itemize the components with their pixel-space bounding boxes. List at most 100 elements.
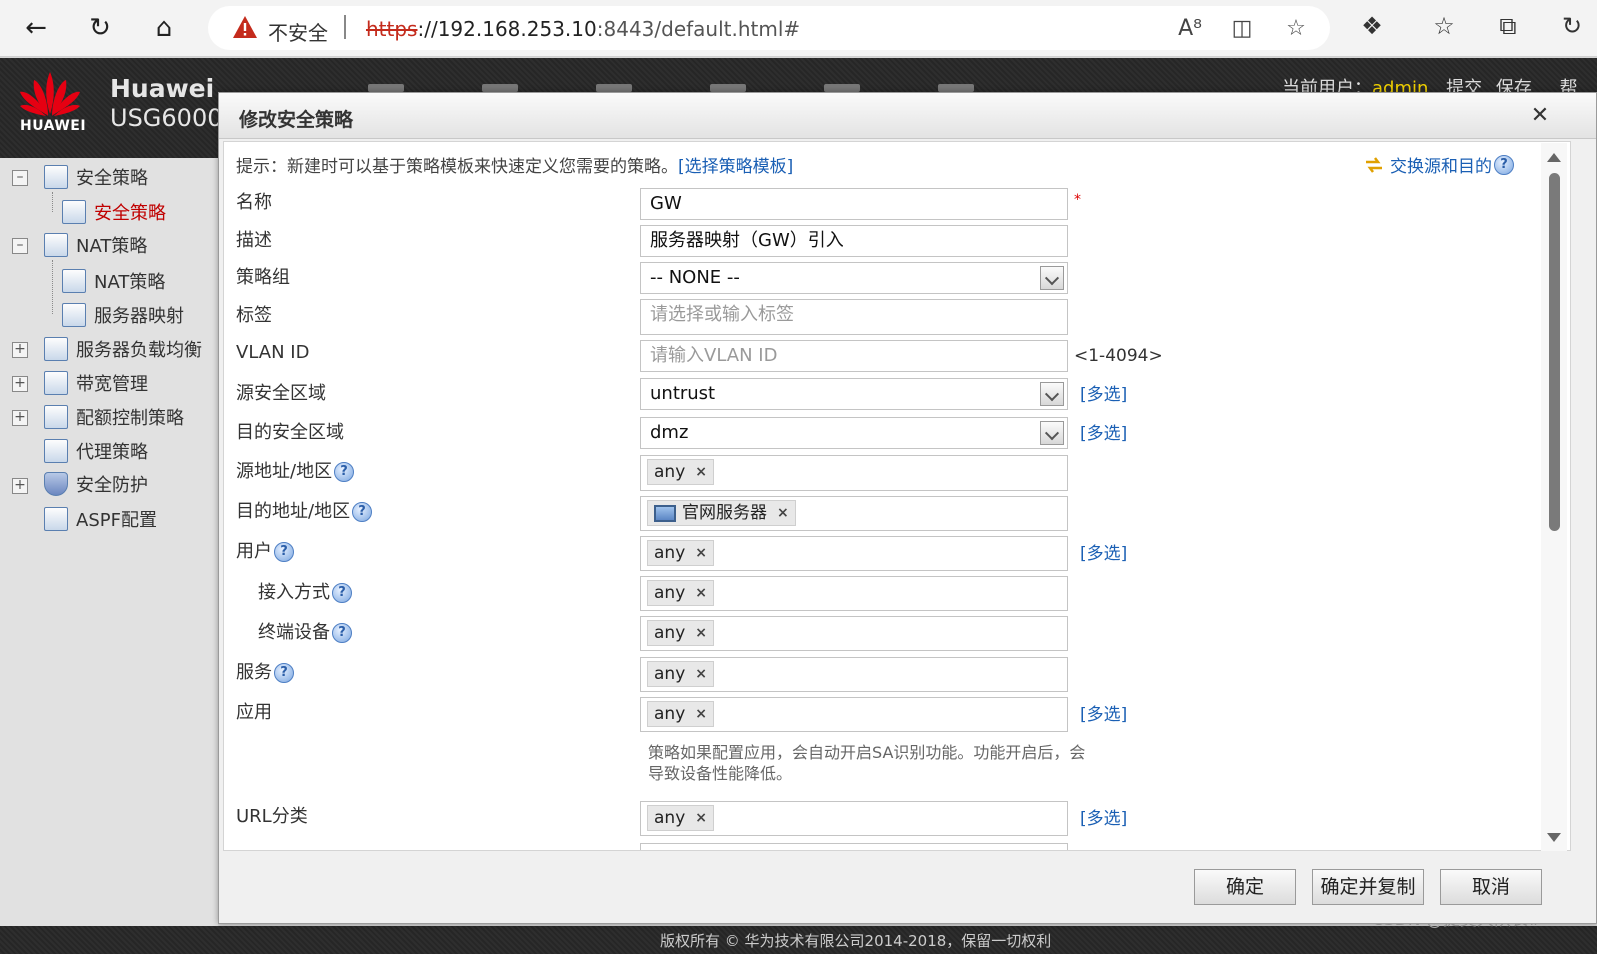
sidebar-item-quota[interactable]: 配额控制策略 [44, 402, 184, 432]
back-icon[interactable]: ← [18, 10, 54, 46]
help-icon[interactable]: ? [1494, 154, 1514, 175]
sidebar-item-security-policy-group[interactable]: 安全策略 [44, 162, 148, 192]
user-multi-select[interactable]: [多选] [1080, 539, 1127, 564]
dialog-footer: 确定 确定并复制 取消 [219, 855, 1596, 925]
service-input[interactable]: any × [640, 657, 1068, 692]
dialog-body: 提示：新建时可以基于策略模板来快速定义您需要的策略。[选择策略模板] 交换源和目… [223, 141, 1571, 851]
src-zone-select[interactable]: untrust [640, 378, 1068, 410]
history-icon[interactable]: ↻ [1556, 12, 1588, 44]
expand-icon[interactable]: + [12, 376, 28, 392]
remove-tag-icon[interactable]: × [695, 702, 707, 726]
description-label: 描述 [236, 230, 272, 251]
collections-icon[interactable]: ⧉ [1492, 12, 1524, 44]
sidebar-item-protection[interactable]: 安全防护 [44, 469, 148, 499]
scroll-down-icon[interactable] [1547, 833, 1561, 842]
scroll-thumb[interactable] [1549, 173, 1560, 531]
chevron-down-icon[interactable] [1040, 266, 1064, 290]
vlan-input[interactable]: 请输入VLAN ID [640, 340, 1068, 372]
dst-zone-select[interactable]: dmz [640, 417, 1068, 449]
top-nav-icon[interactable] [710, 84, 746, 92]
help-icon[interactable]: ? [274, 663, 294, 683]
remove-tag-icon[interactable]: × [777, 501, 789, 525]
read-aloud-icon[interactable]: A⁸ [1176, 16, 1204, 44]
help-icon[interactable]: ? [334, 462, 355, 482]
name-label: 名称 [236, 192, 272, 213]
user-input[interactable]: any × [640, 536, 1068, 571]
shield-icon [44, 472, 68, 496]
dialog-titlebar: 修改安全策略 ✕ [219, 93, 1596, 139]
expand-icon[interactable]: + [12, 478, 28, 494]
access-mode-input[interactable]: any × [640, 576, 1068, 611]
policy-group-label: 策略组 [236, 267, 290, 288]
dst-address-label: 目的地址/地区? [236, 497, 373, 523]
select-template-link[interactable]: [选择策略模板] [678, 157, 793, 177]
collapse-icon[interactable]: – [12, 170, 28, 186]
sidebar-item-proxy[interactable]: 代理策略 [44, 436, 148, 466]
sidebar-item-aspf[interactable]: ASPF配置 [44, 504, 157, 534]
expand-icon[interactable]: + [12, 342, 28, 358]
chevron-down-icon[interactable] [1040, 382, 1064, 406]
help-icon[interactable]: ? [332, 583, 352, 603]
home-icon[interactable]: ⌂ [146, 10, 182, 46]
src-address-input[interactable]: any × [640, 455, 1068, 491]
address-bar[interactable]: 不安全 https://192.168.253.10:8443/default.… [208, 6, 1330, 50]
dialog-title: 修改安全策略 [239, 109, 354, 131]
top-nav-icon[interactable] [824, 84, 860, 92]
top-nav-icon[interactable] [368, 84, 404, 92]
swap-src-dst-link[interactable]: 交换源和目的? [1364, 152, 1514, 177]
close-icon[interactable]: ✕ [1527, 103, 1553, 128]
sidebar-item-nat-group[interactable]: NAT策略 [44, 230, 147, 260]
policy-icon [44, 165, 68, 189]
application-input[interactable]: any × [640, 697, 1068, 732]
dst-address-input[interactable]: 官网服务器 × [640, 496, 1068, 531]
refresh-icon[interactable]: ↻ [82, 10, 118, 46]
dst-zone-multi-select[interactable]: [多选] [1080, 419, 1127, 444]
top-nav-icon[interactable] [482, 84, 518, 92]
address-tag: 官网服务器 × [647, 500, 796, 526]
remove-tag-icon[interactable]: × [695, 662, 707, 686]
url-multi-select[interactable]: [多选] [1080, 804, 1127, 829]
application-note: 策略如果配置应用，会自动开启SA识别功能。功能开启后，会导致设备性能降低。 [648, 743, 1086, 783]
sidebar-item-nat-policy[interactable]: NAT策略 [62, 266, 165, 296]
chevron-down-icon[interactable] [1040, 421, 1064, 445]
policy-group-select[interactable]: -- NONE -- [640, 262, 1068, 294]
remove-tag-icon[interactable]: × [695, 581, 707, 605]
help-icon[interactable]: ? [332, 623, 352, 643]
quota-icon [44, 405, 68, 429]
sidebar-item-security-policy[interactable]: 安全策略 [62, 197, 166, 227]
dialog-scrollbar[interactable] [1541, 143, 1567, 851]
address-divider [344, 15, 346, 39]
add-favorite-icon[interactable]: ☆ [1282, 16, 1310, 44]
url-category-label: URL分类 [236, 806, 308, 827]
remove-tag-icon[interactable]: × [695, 460, 707, 484]
remove-tag-icon[interactable]: × [695, 806, 707, 830]
extensions-icon[interactable]: ❖ [1356, 12, 1388, 44]
favorites-icon[interactable]: ☆ [1428, 12, 1460, 44]
cancel-button[interactable]: 取消 [1440, 869, 1542, 905]
terminal-device-input[interactable]: any × [640, 616, 1068, 651]
remove-tag-icon[interactable]: × [695, 621, 707, 645]
top-nav-icon[interactable] [596, 84, 632, 92]
top-nav-icon[interactable] [938, 84, 974, 92]
expand-icon[interactable]: + [12, 410, 28, 426]
sidebar-item-bandwidth[interactable]: 带宽管理 [44, 368, 148, 398]
help-icon[interactable]: ? [274, 542, 294, 562]
split-view-icon[interactable]: ◫ [1228, 16, 1256, 44]
sidebar-item-slb[interactable]: 服务器负载均衡 [44, 334, 202, 364]
ok-button[interactable]: 确定 [1194, 869, 1296, 905]
sidebar-item-server-mapping[interactable]: 服务器映射 [62, 300, 184, 330]
time-range-select[interactable] [640, 843, 1068, 850]
help-icon[interactable]: ? [352, 502, 373, 522]
src-zone-multi-select[interactable]: [多选] [1080, 380, 1127, 405]
collapse-icon[interactable]: – [12, 238, 28, 254]
application-multi-select[interactable]: [多选] [1080, 700, 1127, 725]
description-input[interactable]: 服务器映射（GW）引入 [640, 225, 1068, 257]
ok-and-copy-button[interactable]: 确定并复制 [1312, 869, 1424, 905]
swap-icon [1366, 156, 1382, 173]
scroll-up-icon[interactable] [1547, 153, 1561, 162]
url-category-input[interactable]: any × [640, 801, 1068, 836]
remove-tag-icon[interactable]: × [695, 541, 707, 565]
tag-input[interactable]: 请选择或输入标签 [640, 299, 1068, 335]
url-tag: any × [647, 805, 714, 831]
name-input[interactable]: GW [640, 188, 1068, 220]
